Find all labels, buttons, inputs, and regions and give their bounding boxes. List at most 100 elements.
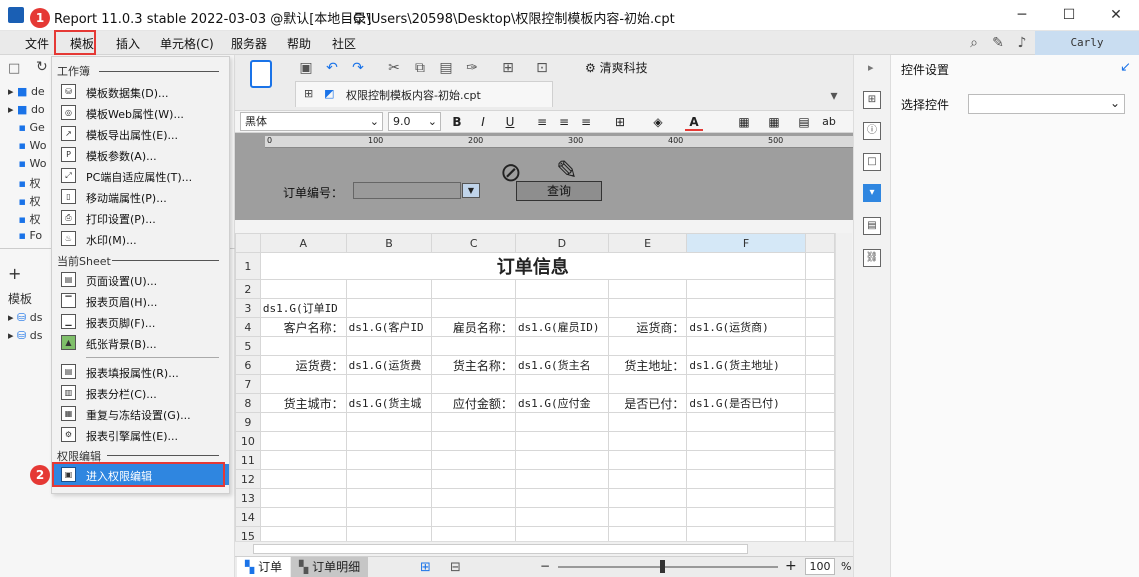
query-button[interactable]: 查询 bbox=[516, 181, 602, 201]
cell-formula[interactable]: ds1.G(运货商) bbox=[686, 317, 806, 337]
bold-button[interactable]: B bbox=[448, 113, 466, 131]
search-icon[interactable]: ⌕ bbox=[966, 35, 982, 51]
column-header[interactable]: C bbox=[431, 233, 516, 253]
menu-web-attr[interactable]: ◎ 模板Web属性(W)... bbox=[52, 102, 229, 123]
menu-report-columns[interactable]: ▥ 报表分栏(C)... bbox=[52, 382, 229, 403]
menu-page-setup[interactable]: ▤ 页面设置(U)... bbox=[52, 269, 229, 290]
search-replace-icon[interactable]: ⊡ bbox=[533, 59, 551, 77]
redo-icon[interactable]: ↷ bbox=[349, 59, 367, 77]
column-header[interactable]: B bbox=[345, 233, 433, 253]
tree-item[interactable]: ▸ ■ de bbox=[8, 85, 45, 103]
cell-label[interactable]: 货主地址： bbox=[607, 355, 688, 375]
minimize-button[interactable]: ─ bbox=[1002, 4, 1042, 26]
cell[interactable] bbox=[607, 374, 688, 394]
company-button[interactable]: ⚙ 清爽科技 bbox=[585, 59, 648, 76]
row-header[interactable]: 13 bbox=[235, 488, 261, 508]
border-icon[interactable]: ⊞ bbox=[611, 113, 629, 131]
cell[interactable] bbox=[686, 298, 806, 318]
menu-community[interactable]: 社区 bbox=[332, 35, 356, 52]
cell-attr-icon[interactable]: ⊞ bbox=[863, 91, 881, 109]
tree-item[interactable]: ▪ Wo bbox=[8, 157, 47, 175]
cell[interactable] bbox=[804, 298, 835, 318]
menu-report-footer[interactable]: ▁ 报表页脚(F)... bbox=[52, 311, 229, 332]
cell[interactable] bbox=[345, 298, 433, 318]
widget-settings-icon[interactable]: ▾ bbox=[863, 184, 881, 202]
row-header[interactable]: 11 bbox=[235, 450, 261, 470]
align-left-icon[interactable]: ≡ bbox=[533, 113, 551, 131]
refresh-icon[interactable]: ↻ bbox=[36, 59, 48, 75]
cell[interactable] bbox=[345, 336, 433, 356]
cell-element-icon[interactable]: ⓘ bbox=[863, 122, 881, 140]
tree-item[interactable]: ▪ Fo bbox=[8, 229, 43, 247]
cell-formula[interactable]: ds1.G(客户ID bbox=[345, 317, 433, 337]
tree-item[interactable]: ▪ Ge bbox=[8, 121, 45, 139]
collapse-panel-icon[interactable]: ↙ bbox=[1120, 60, 1131, 75]
italic-button[interactable]: I bbox=[474, 113, 492, 131]
cell[interactable] bbox=[607, 336, 688, 356]
row-header[interactable]: 4 bbox=[235, 317, 261, 337]
corner-cell[interactable] bbox=[235, 233, 261, 253]
cell[interactable] bbox=[259, 374, 347, 394]
menu-file[interactable]: 文件 bbox=[25, 35, 49, 52]
menu-help[interactable]: 帮助 bbox=[287, 35, 311, 52]
menu-pc-adaptive[interactable]: ⤢ PC端自适应属性(T)... bbox=[52, 165, 229, 186]
undo-icon[interactable]: ↶ bbox=[323, 59, 341, 77]
fill-color-icon[interactable]: ◈ bbox=[649, 113, 667, 131]
scroll-thumb[interactable] bbox=[253, 544, 748, 554]
vertical-scrollbar[interactable] bbox=[835, 233, 852, 541]
row-header[interactable]: 9 bbox=[235, 412, 261, 432]
dataset-item[interactable]: ▸ ⛁ ds bbox=[8, 329, 42, 347]
menu-engine-attr[interactable]: ⚙ 报表引擎属性(E)... bbox=[52, 424, 229, 445]
font-color-button[interactable]: A bbox=[685, 113, 703, 131]
new-icon[interactable]: □ bbox=[8, 61, 20, 76]
column-header[interactable]: A bbox=[259, 233, 347, 253]
cell-label[interactable]: 是否已付： bbox=[607, 393, 688, 413]
template-icon[interactable] bbox=[250, 60, 272, 88]
add-poly-sheet-icon[interactable]: ⊟ bbox=[450, 560, 461, 575]
column-header[interactable]: D bbox=[514, 233, 609, 253]
zoom-out-icon[interactable]: − bbox=[540, 559, 550, 573]
cell-label[interactable]: 应付金额： bbox=[431, 393, 516, 413]
wrap-text-button[interactable]: ab bbox=[820, 113, 838, 131]
sheet-tab-order[interactable]: ▚ 订单 bbox=[237, 557, 291, 577]
cell[interactable] bbox=[514, 279, 609, 299]
zoom-slider-thumb[interactable] bbox=[660, 560, 665, 573]
merge-icon[interactable]: ▦ bbox=[735, 113, 753, 131]
row-header[interactable]: 3 bbox=[235, 298, 261, 318]
menu-report-header[interactable]: ▔ 报表页眉(H)... bbox=[52, 290, 229, 311]
cell-label[interactable]: 雇员名称： bbox=[431, 317, 516, 337]
row-header[interactable]: 10 bbox=[235, 431, 261, 451]
row-header[interactable]: 8 bbox=[235, 393, 261, 413]
underline-button[interactable]: U bbox=[501, 113, 519, 131]
menu-template-param[interactable]: P 模板参数(A)... bbox=[52, 144, 229, 165]
row-header[interactable]: 5 bbox=[235, 336, 261, 356]
order-id-dropdown[interactable]: ▼ bbox=[462, 183, 480, 198]
cell[interactable] bbox=[804, 355, 835, 375]
zoom-in-icon[interactable]: + bbox=[785, 558, 797, 574]
tree-item[interactable]: ▪ 权 bbox=[8, 211, 41, 229]
row-header[interactable]: 1 bbox=[235, 252, 261, 280]
maximize-button[interactable]: ☐ bbox=[1049, 4, 1089, 26]
save-icon[interactable]: ▣ bbox=[297, 59, 315, 77]
cell[interactable] bbox=[804, 336, 835, 356]
menu-template-dataset[interactable]: ⛁ 模板数据集(D)... bbox=[52, 81, 229, 102]
horizontal-scrollbar[interactable] bbox=[235, 541, 853, 556]
cell-formula[interactable]: ds1.G(货主城 bbox=[345, 393, 433, 413]
tree-item[interactable]: ▪ 权 bbox=[8, 175, 41, 193]
insert-row-icon[interactable]: ▤ bbox=[795, 113, 813, 131]
cell-formula[interactable]: ds1.G(应付金 bbox=[514, 393, 609, 413]
cell[interactable] bbox=[686, 279, 806, 299]
cell[interactable] bbox=[431, 374, 516, 394]
tree-item[interactable]: ▪ Wo bbox=[8, 139, 47, 157]
cell[interactable] bbox=[431, 279, 516, 299]
zoom-slider[interactable] bbox=[558, 566, 778, 568]
expand-arrow-icon[interactable]: ▸ bbox=[868, 61, 874, 74]
cell[interactable] bbox=[804, 317, 835, 337]
cell[interactable] bbox=[345, 374, 433, 394]
align-right-icon[interactable]: ≡ bbox=[577, 113, 595, 131]
order-id-input[interactable] bbox=[353, 182, 461, 199]
cell[interactable] bbox=[607, 279, 688, 299]
cell[interactable] bbox=[259, 279, 347, 299]
cell[interactable] bbox=[607, 298, 688, 318]
cell[interactable] bbox=[431, 298, 516, 318]
